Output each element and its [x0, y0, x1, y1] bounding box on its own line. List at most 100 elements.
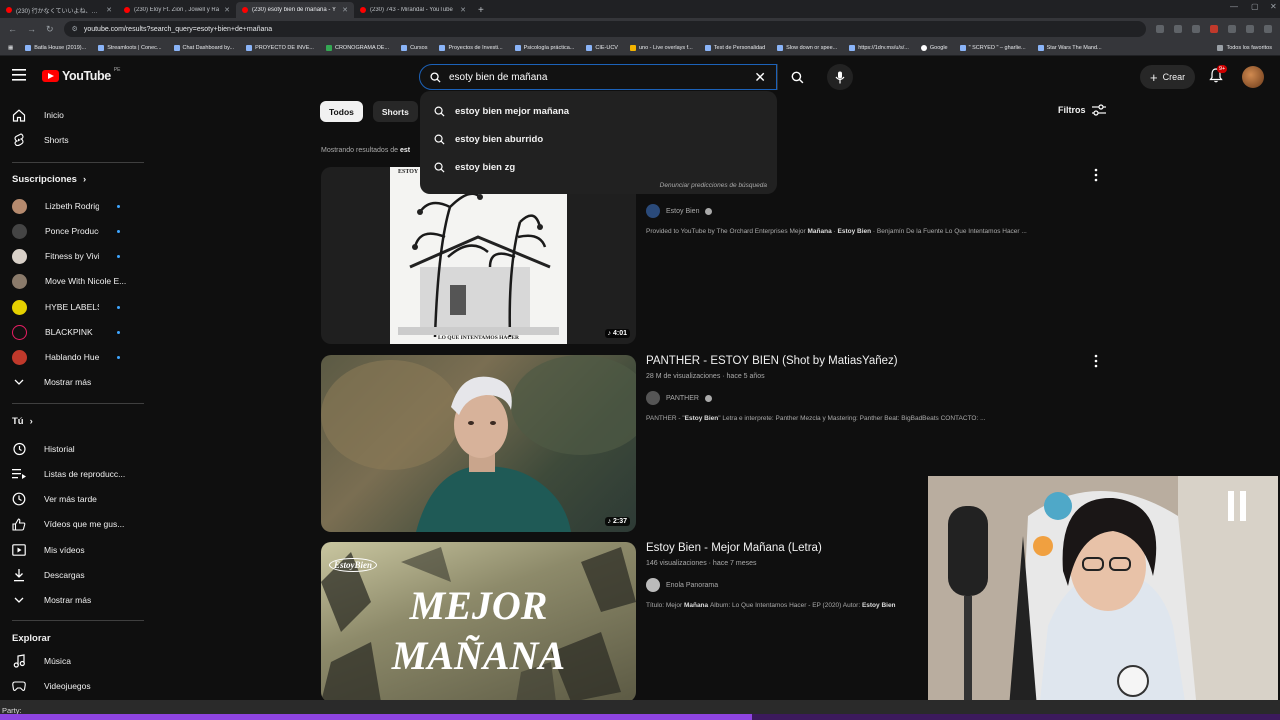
- folder-icon: [1217, 44, 1224, 51]
- report-predictions-link[interactable]: Denunciar predicciones de búsqueda: [660, 182, 767, 189]
- suggestion-item[interactable]: estoy bien mejor mañana: [420, 97, 777, 125]
- close-icon[interactable]: ✕: [460, 6, 466, 14]
- search-box[interactable]: esoty bien de mañana ✕: [419, 64, 777, 90]
- bookmark-item[interactable]: Psicología práctica...: [514, 44, 574, 51]
- clear-search-icon[interactable]: ✕: [754, 69, 766, 86]
- zoom-icon[interactable]: [1156, 25, 1164, 33]
- more-options-icon[interactable]: [1093, 168, 1099, 182]
- sidebar-sub-item[interactable]: Hablando Huevа...: [0, 344, 146, 370]
- bookmark-item[interactable]: Google: [920, 44, 948, 51]
- sidebar-item-playlists[interactable]: Listas de reproducc...: [0, 461, 146, 487]
- site-info-icon[interactable]: ⚙: [72, 25, 78, 33]
- suggestion-item[interactable]: estoy bien zg: [420, 153, 777, 181]
- chip-todos[interactable]: Todos: [320, 101, 363, 122]
- tab-label: (230) esoty bien de mañana - Y: [252, 7, 336, 13]
- sidebar-item-historial[interactable]: Historial: [0, 436, 146, 462]
- duration-text: 4:01: [612, 330, 627, 337]
- bookmark-item[interactable]: Streamloots | Conec...: [98, 44, 162, 51]
- browser-menu-icon[interactable]: [1264, 25, 1272, 33]
- maximize-icon[interactable]: ▢: [1251, 2, 1259, 11]
- browser-tab-active[interactable]: (230) esoty bien de mañana - Y ✕: [236, 2, 354, 18]
- sidebar-sub-item[interactable]: Move With Nicole E...: [0, 268, 146, 294]
- subscriptions-heading[interactable]: Suscripciones ›: [12, 174, 86, 185]
- sidebar-item-my-videos[interactable]: Mis vídeos: [0, 537, 146, 563]
- bookmark-item[interactable]: Test de Personalidad: [704, 44, 765, 51]
- video-thumbnail[interactable]: ♪ 2:37: [321, 355, 636, 532]
- sidebar-sub-item[interactable]: Ponce Produccıo...: [0, 218, 146, 244]
- sidebar-sub-item[interactable]: HYBE LABELS: [0, 294, 146, 320]
- browser-tab[interactable]: (230) 743 - Mirandal - YouTube ✕: [354, 2, 472, 18]
- sidebar-item-downloads[interactable]: Descargas: [0, 562, 146, 588]
- music-note-icon: ♪: [607, 330, 612, 337]
- sidebar-item-watch-later[interactable]: Ver más tarde: [0, 486, 146, 512]
- channel-avatar: [646, 578, 660, 592]
- bookmark-item[interactable]: PROYECTO DE INVE...: [246, 44, 314, 51]
- home-icon: [12, 108, 26, 122]
- chip-shorts[interactable]: Shorts: [372, 101, 418, 122]
- bookmark-item[interactable]: Cursos: [401, 44, 427, 51]
- profile-icon[interactable]: [1246, 25, 1254, 33]
- reload-icon[interactable]: ↻: [46, 24, 54, 35]
- channel-row[interactable]: Estoy Bien: [646, 204, 713, 218]
- account-avatar[interactable]: [1242, 66, 1264, 88]
- all-bookmarks-folder[interactable]: Todos los favoritos: [1217, 44, 1272, 51]
- filters-button[interactable]: Filtros: [1058, 104, 1106, 116]
- url-field[interactable]: ⚙ youtube.com/results?search_query=esoty…: [63, 21, 1146, 37]
- browser-tab[interactable]: (230) 行かなくていいよね、この道 ✕: [0, 2, 118, 18]
- sidebar-item-shorts[interactable]: Shorts: [0, 127, 146, 153]
- search-button[interactable]: [777, 64, 817, 90]
- back-icon[interactable]: ←: [8, 24, 17, 34]
- bookmark-item[interactable]: https://1drv.ms/u/s/...: [849, 44, 909, 51]
- bookmark-item[interactable]: uno - Live overlays f...: [629, 44, 693, 51]
- thumbnail-small-text: EstoyBien: [329, 558, 378, 572]
- close-icon[interactable]: ✕: [106, 6, 112, 14]
- video-title[interactable]: PANTHER - ESTOY BIEN (Shot by MatiasYañe…: [646, 355, 898, 367]
- youtube-logo[interactable]: YouTube PE: [42, 67, 120, 83]
- video-title[interactable]: Estoy Bien - Mejor Mañana (Letra): [646, 542, 822, 554]
- bookmark-item[interactable]: CIE-UCV: [586, 44, 618, 51]
- showing-query[interactable]: est: [400, 147, 410, 154]
- close-icon[interactable]: ✕: [224, 6, 230, 14]
- sidebar-show-more[interactable]: Mostrar más: [0, 369, 146, 395]
- hamburger-menu-icon[interactable]: [12, 69, 26, 81]
- sidebar-show-more[interactable]: Mostrar más: [0, 587, 146, 613]
- sidebar-sub-item[interactable]: BLACKPINK: [0, 319, 146, 345]
- extensions-puzzle-icon[interactable]: [1228, 25, 1236, 33]
- bookmark-item[interactable]: Proyectos de Investi...: [439, 44, 503, 51]
- video-thumbnail[interactable]: EstoyBien MEJOR MAÑANA: [321, 542, 636, 702]
- bookmark-star-icon[interactable]: [1192, 25, 1200, 33]
- bookmark-item[interactable]: Star Wars The Mand...: [1037, 44, 1102, 51]
- bookmark-item[interactable]: Slow down or spee...: [777, 44, 837, 51]
- bookmark-item[interactable]: " SCRYED " – gharlie...: [959, 44, 1026, 51]
- sidebar-item-inicio[interactable]: Inicio: [0, 102, 146, 128]
- channel-name[interactable]: PANTHER: [666, 395, 699, 402]
- bookmark-item[interactable]: CRONOGRAMA DE...: [325, 44, 389, 51]
- bookmark-item[interactable]: Batla House (2019)...: [25, 44, 86, 51]
- window-close-icon[interactable]: ✕: [1270, 2, 1277, 11]
- sidebar-sub-item[interactable]: Fitness by Vivi: [0, 243, 146, 269]
- album-cover-subtitle: LO QUE INTENTAMOS HACER: [437, 335, 520, 341]
- suggestion-item[interactable]: estoy bien aburrido: [420, 125, 777, 153]
- forward-icon[interactable]: →: [27, 24, 36, 34]
- channel-row[interactable]: PANTHER: [646, 391, 712, 405]
- create-button[interactable]: + Crear: [1140, 65, 1196, 89]
- more-options-icon[interactable]: [1093, 354, 1099, 368]
- sidebar-sub-item[interactable]: Lizbeth Rodriguez: [0, 193, 146, 219]
- bookmark-item[interactable]: Chat Dashboard by...: [173, 44, 234, 51]
- search-input[interactable]: esoty bien de mañana: [449, 72, 746, 83]
- minimize-icon[interactable]: —: [1230, 2, 1238, 11]
- sidebar-item-liked-videos[interactable]: Vídeos que me gus...: [0, 511, 146, 537]
- you-heading[interactable]: Tú ›: [12, 416, 33, 427]
- close-icon[interactable]: ✕: [342, 6, 348, 14]
- voice-search-button[interactable]: [827, 64, 853, 90]
- extension-icon[interactable]: [1210, 25, 1218, 33]
- channel-name[interactable]: Estoy Bien: [666, 208, 699, 215]
- new-tab-button[interactable]: +: [472, 5, 490, 18]
- channel-row[interactable]: Enola Panorama: [646, 578, 718, 592]
- browser-tab[interactable]: (230) Eloy Ft. Zion , Jowell y Ra ✕: [118, 2, 236, 18]
- channel-name[interactable]: Enola Panorama: [666, 582, 718, 589]
- cast-icon[interactable]: [1174, 25, 1182, 33]
- apps-grid-icon[interactable]: ▦: [8, 45, 13, 51]
- sidebar-item-gaming[interactable]: Videojuegos: [0, 673, 146, 699]
- sidebar-item-music[interactable]: Música: [0, 648, 146, 674]
